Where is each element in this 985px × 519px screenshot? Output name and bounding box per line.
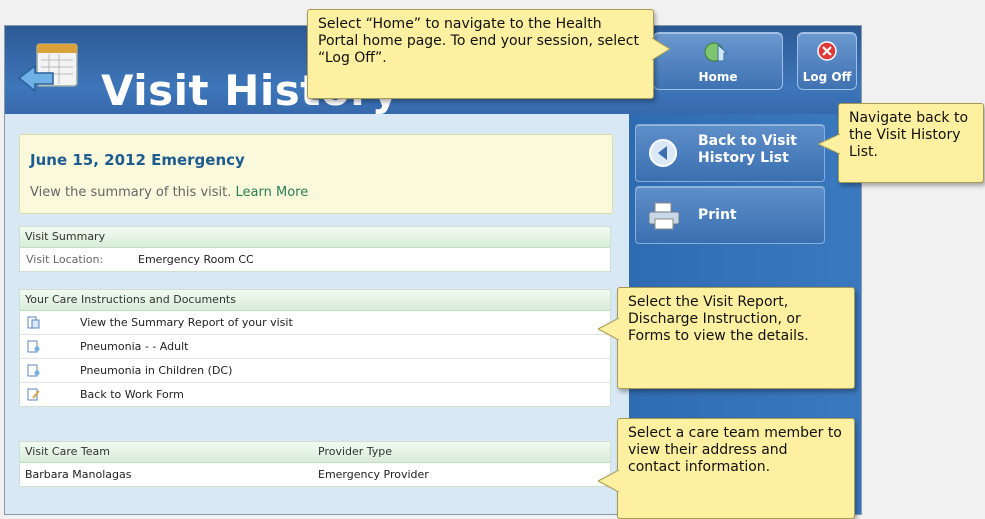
care-instructions-header: Your Care Instructions and Documents	[20, 290, 610, 311]
visit-summary-panel: Visit Summary Visit Location: Emergency …	[19, 226, 611, 272]
home-logoff-tooltip: Select “Home” to navigate to the Health …	[307, 9, 654, 99]
list-item[interactable]: View the Summary Report of your visit	[20, 311, 610, 335]
log-off-button[interactable]: Log Off	[797, 32, 857, 90]
home-icon	[704, 42, 729, 62]
list-item-label: Back to Work Form	[80, 388, 184, 401]
list-item[interactable]: Pneumonia in Children (DC)	[20, 359, 610, 383]
care-team-tooltip: Select a care team member to view their …	[617, 418, 855, 519]
list-item-label: Pneumonia - - Adult	[80, 340, 189, 353]
list-item[interactable]: Back to Work Form	[20, 383, 610, 406]
care-team-header: Visit Care Team Provider Type	[20, 442, 610, 463]
documents-tooltip: Select the Visit Report, Discharge Instr…	[617, 287, 855, 389]
learn-more-link[interactable]: Learn More	[236, 185, 309, 200]
visit-details-pane: June 15, 2012 Emergency View the summary…	[5, 114, 629, 514]
visit-title: June 15, 2012 Emergency	[30, 151, 245, 169]
provider-type: Emergency Provider	[318, 468, 429, 481]
report-icon	[27, 316, 40, 329]
visit-description: View the summary of this visit. Learn Mo…	[30, 185, 308, 200]
home-button[interactable]: Home	[653, 32, 783, 90]
tooltip-pointer	[652, 38, 670, 60]
print-button-label: Print	[698, 207, 737, 223]
document-icon	[27, 364, 40, 377]
print-button[interactable]: Print	[635, 186, 825, 244]
tooltip-pointer	[598, 318, 619, 340]
care-team-column-header: Visit Care Team	[25, 445, 110, 458]
tooltip-pointer	[598, 470, 619, 492]
care-team-member-name: Barbara Manolagas	[25, 468, 132, 481]
tooltip-pointer	[818, 134, 840, 154]
care-instructions-panel: Your Care Instructions and Documents Vie…	[19, 289, 611, 407]
home-button-label: Home	[698, 70, 738, 84]
visit-location-row: Visit Location: Emergency Room CC	[20, 248, 610, 271]
form-icon	[27, 388, 40, 401]
visit-info-box: June 15, 2012 Emergency View the summary…	[19, 134, 613, 214]
list-item[interactable]: Pneumonia - - Adult	[20, 335, 610, 359]
log-off-button-label: Log Off	[802, 70, 852, 84]
calendar-back-icon	[17, 43, 78, 93]
back-button-label-line1: Back to Visit	[698, 133, 797, 149]
list-item-label: View the Summary Report of your visit	[80, 316, 293, 329]
close-icon	[817, 41, 837, 61]
back-to-visit-history-button[interactable]: Back to Visit History List	[635, 124, 825, 182]
care-team-panel: Visit Care Team Provider Type Barbara Ma…	[19, 441, 611, 487]
table-row[interactable]: Barbara Manolagas Emergency Provider	[20, 463, 610, 486]
visit-description-text: View the summary of this visit.	[30, 185, 232, 200]
back-button-label: Back to Visit History List	[698, 133, 797, 167]
visit-location-label: Visit Location:	[26, 253, 104, 266]
visit-summary-header: Visit Summary	[20, 227, 610, 248]
provider-type-column-header: Provider Type	[318, 445, 393, 458]
back-button-label-line2: History List	[698, 150, 789, 166]
list-item-label: Pneumonia in Children (DC)	[80, 364, 233, 377]
document-icon	[27, 340, 40, 353]
printer-icon	[648, 202, 680, 230]
visit-location-value: Emergency Room CC	[138, 253, 254, 266]
back-arrow-icon	[649, 139, 677, 167]
back-button-tooltip: Navigate back to the Visit History List.	[838, 103, 984, 183]
